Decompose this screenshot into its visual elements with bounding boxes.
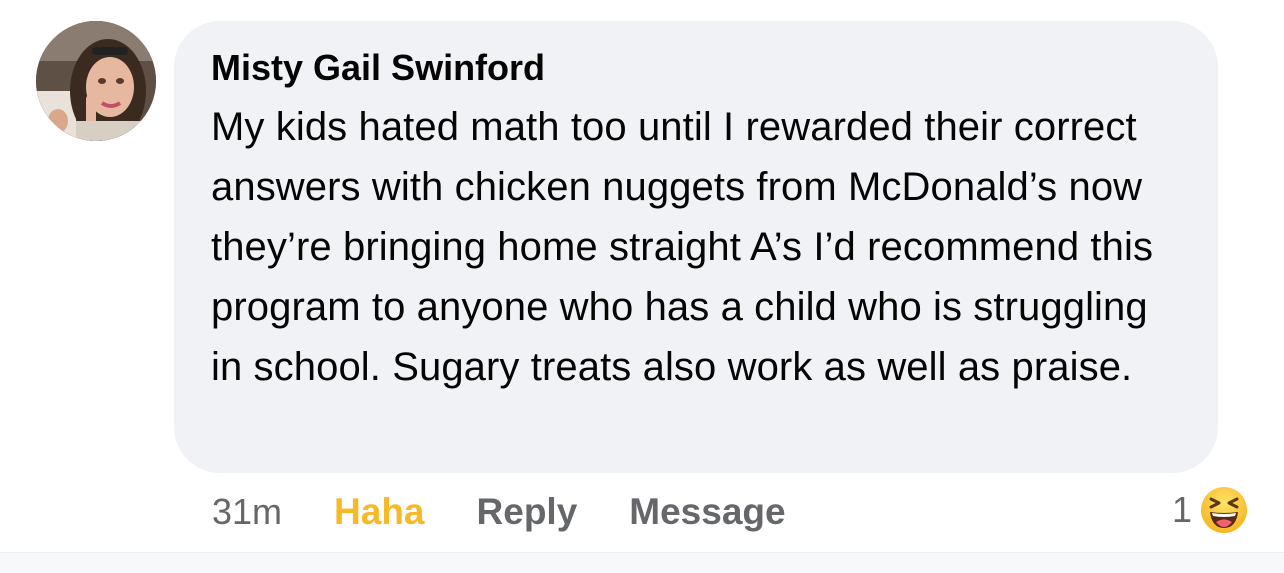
avatar[interactable] xyxy=(36,21,156,141)
comment-author[interactable]: Misty Gail Swinford xyxy=(211,45,1188,91)
haha-reaction-button[interactable]: Haha xyxy=(334,491,424,533)
comment-bubble: Misty Gail Swinford My kids hated math t… xyxy=(174,21,1218,473)
comment-text: My kids hated math too until I rewarded … xyxy=(211,105,1154,389)
reaction-summary[interactable]: 1 xyxy=(1172,484,1248,536)
message-button[interactable]: Message xyxy=(629,491,785,533)
comment-divider xyxy=(0,552,1284,573)
avatar-photo xyxy=(36,21,156,141)
reaction-count: 1 xyxy=(1171,489,1192,530)
reply-button[interactable]: Reply xyxy=(477,491,578,533)
comment-timestamp[interactable]: 31m xyxy=(212,491,282,533)
haha-emoji-icon xyxy=(1201,487,1247,533)
comment-actions: 31m Haha Reply Message xyxy=(212,488,838,536)
